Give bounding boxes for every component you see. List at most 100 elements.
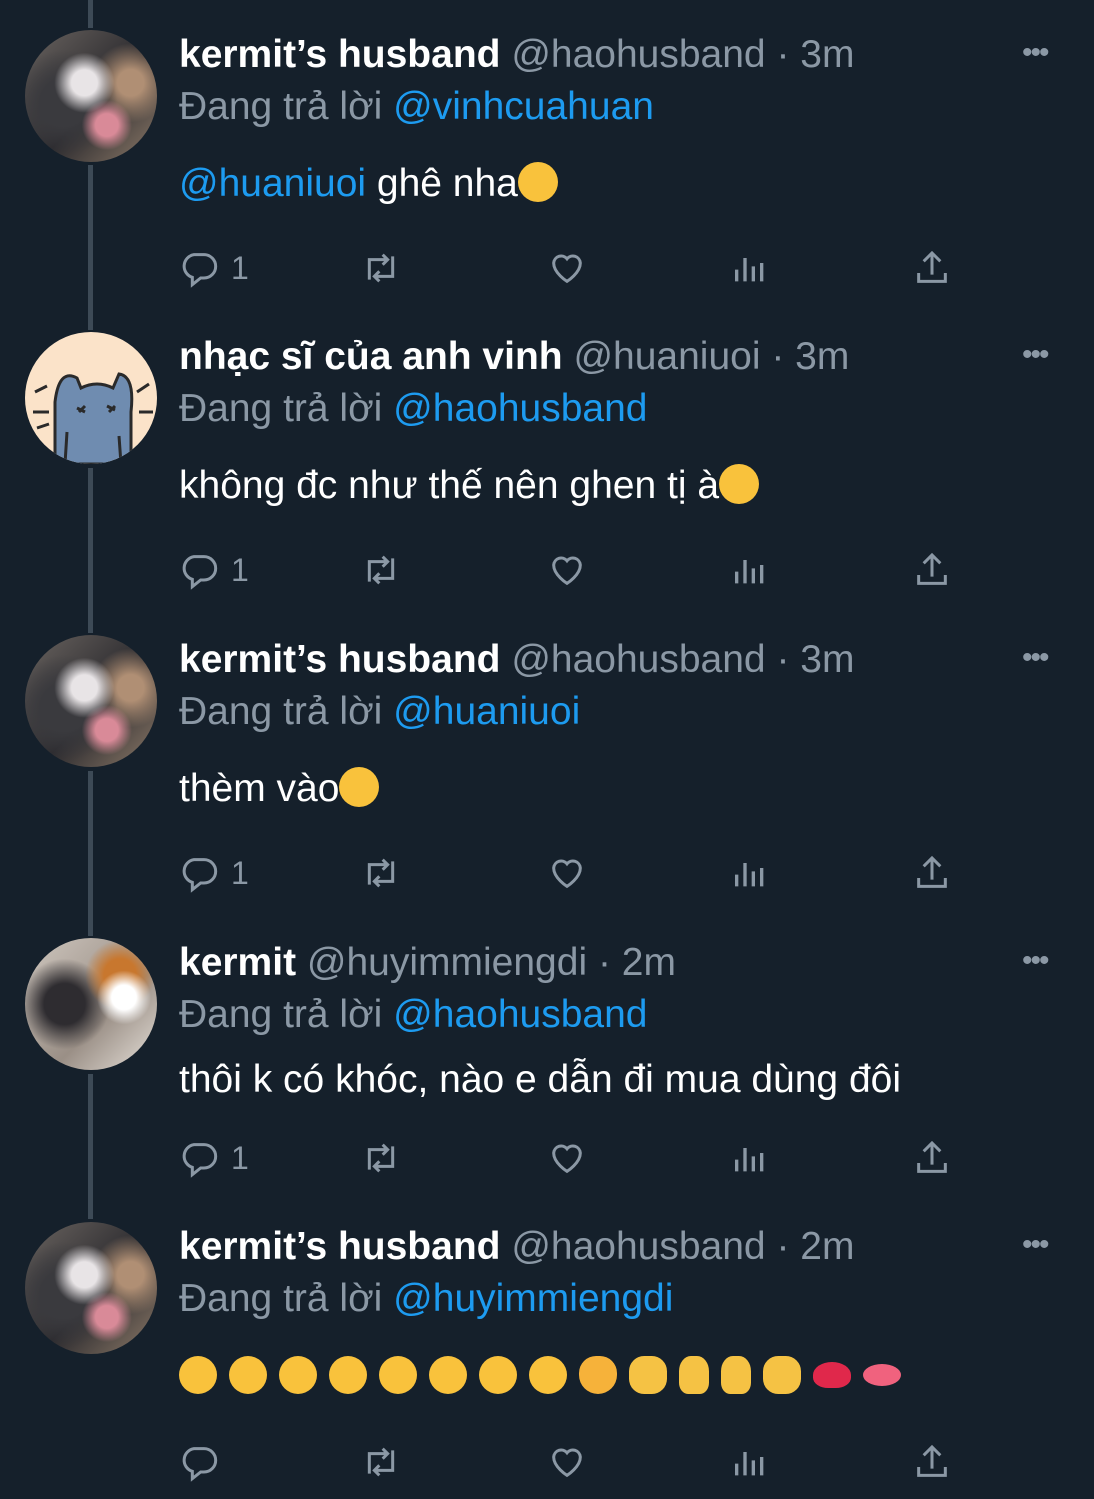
tweet-header: kermit @huyimmiengdi · 2m [179,938,676,988]
mention-link[interactable]: @huaniuoi [179,162,366,205]
retweet-button[interactable] [361,1440,401,1484]
share-button[interactable] [912,1440,952,1484]
retweet-icon [367,555,395,585]
views-icon [735,1148,764,1172]
views-button[interactable] [730,1440,770,1484]
tweet-text-body: ghê nha [366,162,518,205]
retweet-icon [367,858,395,888]
views-icon [735,1452,764,1476]
pinching-hand-emoji [763,1356,801,1394]
avatar[interactable] [25,938,157,1070]
retweet-button[interactable] [361,246,401,290]
reply-to-mention[interactable]: @vinhcuahuan [393,85,654,128]
timestamp[interactable]: · 2m [598,941,676,984]
tweet[interactable]: kermit’s husband @haohusband · 3m ••• Đa… [0,635,1094,937]
handle[interactable]: @haohusband [511,33,765,76]
timestamp[interactable]: · 3m [776,33,854,76]
more-icon[interactable]: ••• [1022,946,1062,976]
reply-button[interactable]: 1 [179,1136,249,1180]
share-button[interactable] [912,1136,952,1180]
kissing-face-emoji [429,1356,467,1394]
display-name[interactable]: nhạc sĩ của anh vinh [179,335,563,378]
retweet-button[interactable] [361,851,401,895]
avatar[interactable] [25,1222,157,1354]
share-icon [917,250,947,283]
display-name[interactable]: kermit’s husband [179,33,500,76]
tweet-header: kermit’s husband @haohusband · 2m [179,1222,854,1272]
reply-to-mention[interactable]: @huyimmiengdi [393,1277,673,1320]
reply-to-mention[interactable]: @haohusband [393,993,647,1036]
share-icon [917,855,947,888]
display-name[interactable]: kermit’s husband [179,638,500,681]
reply-button[interactable]: 1 [179,851,249,895]
more-icon[interactable]: ••• [1022,340,1062,370]
tweet-text-body: không đc như thế nên ghen tị à [179,464,720,507]
replying-to: Đang trả lời @huaniuoi [179,687,580,737]
timestamp[interactable]: · 3m [776,638,854,681]
like-button[interactable] [547,851,587,895]
display-name[interactable]: kermit [179,941,296,984]
avatar[interactable] [25,30,157,162]
more-icon[interactable]: ••• [1022,643,1062,673]
views-button[interactable] [730,246,770,290]
replying-to-label: Đang trả lời [179,85,383,128]
tweet-text: thôi k có khóc, nào e dẫn đi mua dùng đô… [179,1054,901,1106]
heart-icon [552,254,582,284]
retweet-icon [367,253,395,283]
retweet-button[interactable] [361,548,401,592]
like-button[interactable] [547,246,587,290]
handle[interactable]: @haohusband [511,1225,765,1268]
views-icon [735,863,764,887]
reply-to-mention[interactable]: @haohusband [393,387,647,430]
more-icon[interactable]: ••• [1022,38,1062,68]
reply-to-mention[interactable]: @huaniuoi [393,690,580,733]
reply-button[interactable]: 1 [179,548,249,592]
retweet-button[interactable] [361,1136,401,1180]
handle[interactable]: @huaniuoi [573,335,760,378]
display-name[interactable]: kermit’s husband [179,1225,500,1268]
action-bar: 1 [179,246,979,290]
reply-icon [182,858,218,893]
views-button[interactable] [730,851,770,895]
tweet-header: kermit’s husband @haohusband · 3m [179,30,854,80]
handle[interactable]: @haohusband [511,638,765,681]
replying-to: Đang trả lời @vinhcuahuan [179,82,654,132]
reply-count: 1 [231,854,249,891]
smiling-face-with-hearts-emoji [279,1356,317,1394]
tweet[interactable]: kermit’s husband @haohusband · 2m ••• Đa… [0,1222,1094,1499]
reply-button[interactable] [179,1440,231,1484]
like-button[interactable] [547,1440,587,1484]
tweet[interactable]: kermit’s husband @haohusband · 3m ••• Đa… [0,30,1094,332]
views-icon [735,560,764,584]
cartoon-cat-avatar [33,372,153,464]
tweet-text: không đc như thế nên ghen tị à [179,460,760,512]
replying-to-label: Đang trả lời [179,387,383,430]
share-button[interactable] [912,548,952,592]
replying-to: Đang trả lời @haohusband [179,384,647,434]
tweet[interactable]: kermit @huyimmiengdi · 2m ••• Đang trả l… [0,938,1094,1220]
views-button[interactable] [730,548,770,592]
share-button[interactable] [912,851,952,895]
handle[interactable]: @huyimmiengdi [307,941,587,984]
avatar[interactable] [25,635,157,767]
share-button[interactable] [912,246,952,290]
tweet[interactable]: nhạc sĩ của anh vinh @huaniuoi · 3m ••• … [0,332,1094,634]
face-with-hand-over-mouth-emoji [479,1356,517,1394]
heart-hands-emoji [629,1356,667,1394]
timestamp[interactable]: · 2m [776,1225,854,1268]
reply-button[interactable]: 1 [179,246,249,290]
avatar[interactable] [25,332,157,464]
crossed-fingers-emoji [721,1356,751,1394]
like-button[interactable] [547,548,587,592]
views-button[interactable] [730,1136,770,1180]
tweet-text-body: thèm vào [179,767,340,810]
kissing-face-closed-eyes-emoji [329,1356,367,1394]
kiss-mark-emoji [813,1362,851,1388]
replying-to-label: Đang trả lời [179,690,383,733]
more-icon[interactable]: ••• [1022,1230,1062,1260]
smirking-face-emoji [719,464,760,504]
like-button[interactable] [547,1136,587,1180]
heart-icon [552,1144,582,1174]
timestamp[interactable]: · 3m [771,335,849,378]
action-bar: 1 [179,548,979,592]
